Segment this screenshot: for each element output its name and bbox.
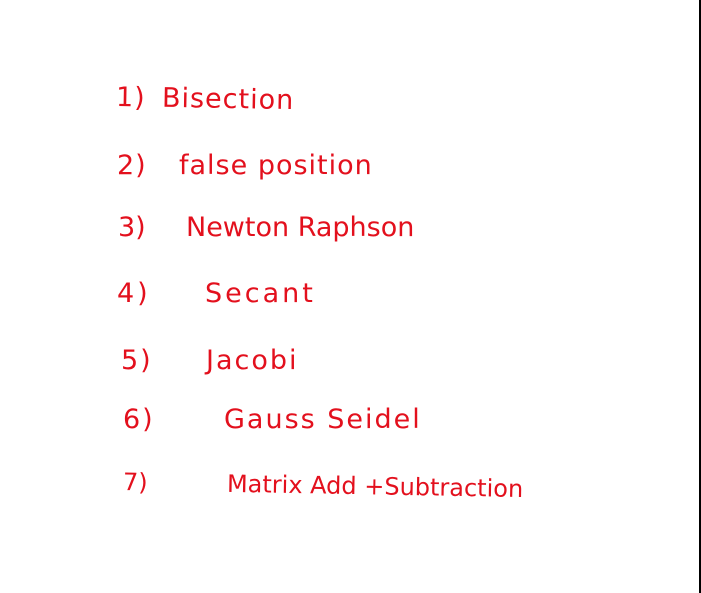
list-item-text: false position [179,150,373,181]
list-item-text: Matrix Add +Subtraction [226,469,524,503]
list-item-number: 4) [117,278,151,309]
list-item: 7) Matrix Add +Subtraction [123,468,524,503]
list-item: 1) Bisection [116,82,295,116]
list-item: 3) Newton Raphson [118,212,414,243]
list-item-number: 7) [122,468,148,497]
list-item-number: 6) [123,404,155,435]
list-item-text: Jacobi [206,345,299,376]
list-item: 2) false position [117,150,373,181]
list-item-text: Gauss Seidel [224,404,422,435]
list-item-text: Newton Raphson [186,212,415,243]
list-item: 6) Gauss Seidel [123,404,422,435]
list-item: 4) Secant [117,278,316,309]
handwritten-note-canvas: 1) Bisection 2) false position 3) Newton Ra… [0,0,701,593]
list-item-text: Bisection [161,82,295,117]
list-item-number: 3) [118,212,146,243]
list-item-text: Secant [205,278,316,309]
list-item-number: 5) [121,345,153,376]
list-item-number: 1) [115,82,146,114]
list-item: 5) Jacobi [121,345,299,376]
list-item-number: 2) [117,150,147,181]
